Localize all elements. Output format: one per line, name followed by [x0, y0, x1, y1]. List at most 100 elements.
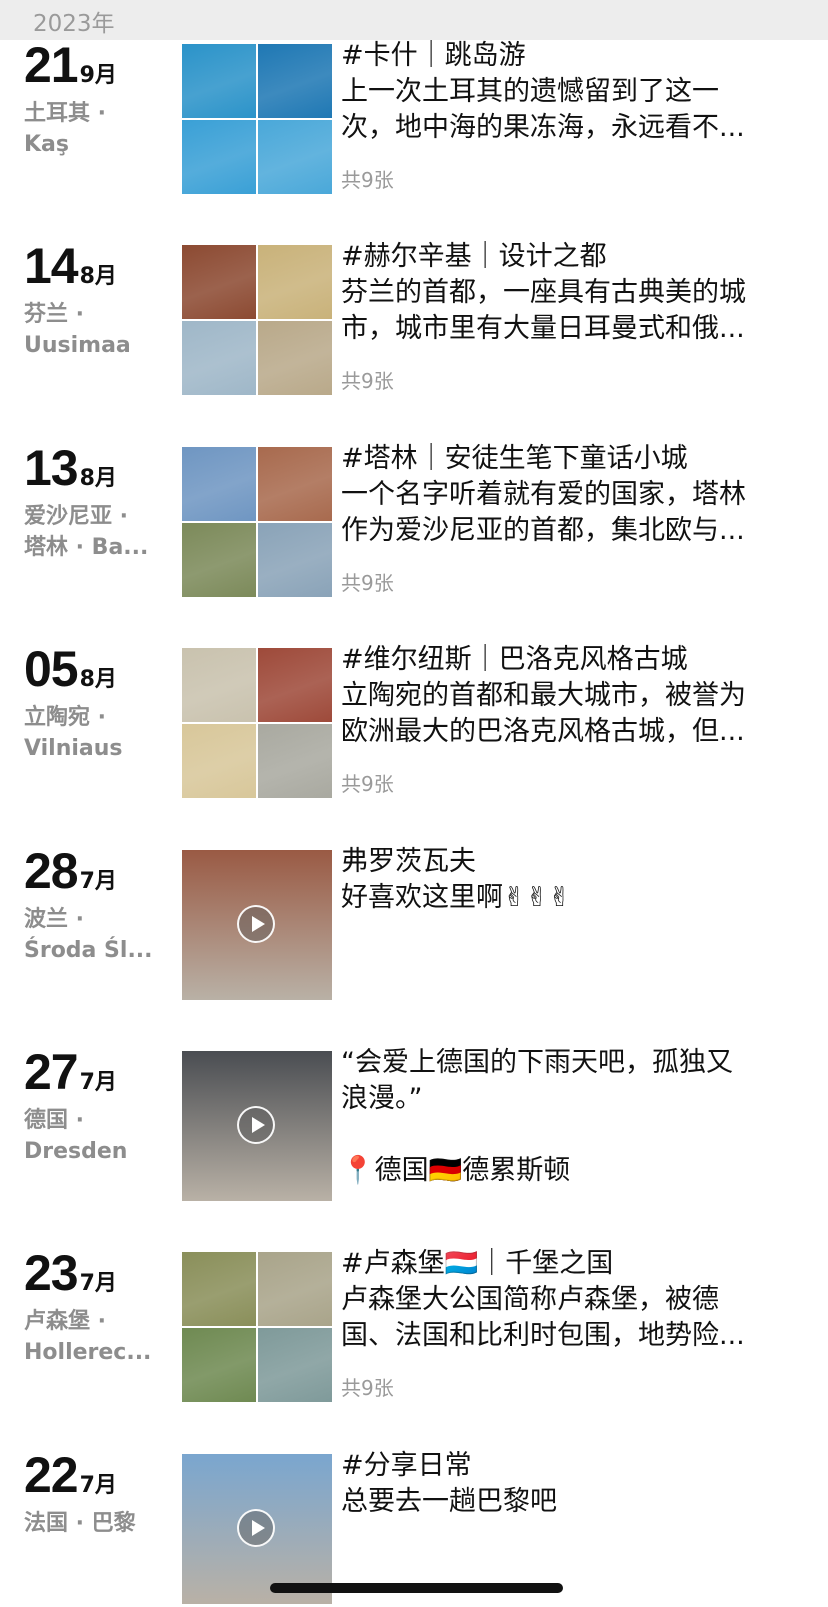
- photo-thumbnail[interactable]: [258, 648, 332, 722]
- post-day: 13: [24, 440, 79, 496]
- location-line: 爱沙尼亚 ·: [24, 504, 129, 529]
- post-body-line: 立陶宛的首都和最大城市，被誉为: [341, 680, 746, 711]
- post-entry[interactable]: 227月 法国 · 巴黎 #分享日常 总要去一趟巴黎吧: [0, 1447, 828, 1604]
- photo-thumbnail[interactable]: [258, 44, 332, 118]
- location-line: Kaş: [24, 132, 69, 157]
- photo-thumbnail-grid[interactable]: [182, 1252, 332, 1402]
- photo-thumbnail[interactable]: [182, 1252, 256, 1326]
- post-day: 23: [24, 1245, 79, 1301]
- post-body-line: 一个名字听着就有爱的国家，塔林: [341, 479, 746, 510]
- post-date: 058月: [24, 640, 117, 698]
- post-title: “会爱上德国的下雨天吧，孤独又: [341, 1047, 733, 1078]
- post-month: 8月: [79, 264, 117, 289]
- post-body-line: 欧洲最大的巴洛克风格古城，但...: [341, 716, 745, 747]
- post-location[interactable]: 土耳其 · Kaş: [24, 98, 164, 160]
- post-body-line: 卢森堡大公国简称卢森堡，被德: [341, 1284, 719, 1315]
- post-body-line: 总要去一趟巴黎吧: [341, 1486, 557, 1517]
- location-line: 法国 · 巴黎: [24, 1511, 136, 1536]
- photo-thumbnail[interactable]: [258, 1252, 332, 1326]
- photo-thumbnail-grid[interactable]: [182, 648, 332, 798]
- post-body-line: 国、法国和比利时包围，地势险...: [341, 1320, 745, 1351]
- post-location[interactable]: 法国 · 巴黎: [24, 1508, 164, 1539]
- photo-thumbnail[interactable]: [258, 1328, 332, 1402]
- photo-thumbnail[interactable]: [258, 724, 332, 798]
- photo-thumbnail-grid[interactable]: [182, 44, 332, 194]
- photo-thumbnail[interactable]: [258, 447, 332, 521]
- post-day: 27: [24, 1044, 79, 1100]
- location-line: 波兰 ·: [24, 907, 85, 932]
- post-body-line: 浪漫。”: [341, 1083, 423, 1114]
- post-text[interactable]: 弗罗茨瓦夫 好喜欢这里啊✌✌✌: [341, 844, 801, 916]
- location-line: 芬兰 ·: [24, 302, 85, 327]
- photo-thumbnail[interactable]: [182, 245, 256, 319]
- post-date: 138月: [24, 439, 117, 497]
- photo-thumbnail[interactable]: [258, 321, 332, 395]
- location-line: Środa Śl...: [24, 938, 153, 963]
- post-date: 287月: [24, 842, 117, 900]
- photo-thumbnail[interactable]: [182, 44, 256, 118]
- post-body-line: 作为爱沙尼亚的首都，集北欧与...: [341, 515, 745, 546]
- post-title: #维尔纽斯｜巴洛克风格古城: [341, 644, 688, 675]
- location-line: 土耳其 ·: [24, 101, 107, 126]
- post-text[interactable]: #赫尔辛基｜设计之都 芬兰的首都，一座具有古典美的城 市，城市里有大量日耳曼式和俄.…: [341, 239, 801, 347]
- post-text[interactable]: #卢森堡🇱🇺｜千堡之国 卢森堡大公国简称卢森堡，被德 国、法国和比利时包围，地势险.…: [341, 1246, 801, 1354]
- photo-thumbnail[interactable]: [182, 724, 256, 798]
- location-line: 德国 ·: [24, 1108, 85, 1133]
- post-entry[interactable]: 287月波兰 · Środa Śl... 弗罗茨瓦夫 好喜欢这里啊✌✌✌: [0, 843, 828, 1000]
- post-entry[interactable]: 237月 卢森堡 · Hollerec... #卢森堡🇱🇺｜千堡之国 卢森堡大公国简称卢…: [0, 1245, 828, 1402]
- post-entry[interactable]: 277月德国 · Dresden “会爱上德国的下雨天吧，孤独又 浪漫。” 📍德国🇩🇪…: [0, 1044, 828, 1201]
- post-location[interactable]: 德国 · Dresden: [24, 1105, 164, 1167]
- location-line: Vilniaus: [24, 736, 123, 761]
- home-indicator[interactable]: [270, 1583, 563, 1593]
- post-location[interactable]: 立陶宛 · Vilniaus: [24, 702, 164, 764]
- video-thumbnail[interactable]: [182, 850, 332, 1000]
- post-day: 22: [24, 1447, 79, 1503]
- post-date: 237月: [24, 1244, 117, 1302]
- photo-count: 共9张: [341, 772, 394, 796]
- post-entry[interactable]: 058月 立陶宛 · Vilniaus #维尔纽斯｜巴洛克风格古城立陶宛的首都和最大城…: [0, 641, 828, 798]
- post-text[interactable]: #维尔纽斯｜巴洛克风格古城立陶宛的首都和最大城市，被誉为 欧洲最大的巴洛克风格古城…: [341, 642, 801, 750]
- photo-thumbnail[interactable]: [258, 245, 332, 319]
- post-location[interactable]: 芬兰 · Uusimaa: [24, 299, 164, 361]
- post-body-line: 上一次土耳其的遗憾留到了这一: [341, 76, 719, 107]
- photo-thumbnail[interactable]: [182, 447, 256, 521]
- post-text[interactable]: “会爱上德国的下雨天吧，孤独又 浪漫。” 📍德国🇩🇪德累斯顿: [341, 1045, 801, 1189]
- post-title: #赫尔辛基｜设计之都: [341, 241, 607, 272]
- video-thumbnail[interactable]: [182, 1454, 332, 1604]
- photo-thumbnail-grid[interactable]: [182, 447, 332, 597]
- play-icon[interactable]: [237, 905, 275, 943]
- post-day: 21: [24, 37, 79, 93]
- photo-thumbnail[interactable]: [182, 120, 256, 194]
- photo-thumbnail[interactable]: [182, 321, 256, 395]
- photo-thumbnail-grid[interactable]: [182, 245, 332, 395]
- post-month: 8月: [79, 667, 117, 692]
- post-location[interactable]: 爱沙尼亚 · 塔林 · Ba...: [24, 501, 164, 563]
- post-title: 弗罗茨瓦夫: [341, 846, 476, 877]
- photo-thumbnail[interactable]: [258, 120, 332, 194]
- photo-thumbnail[interactable]: [182, 648, 256, 722]
- post-entry[interactable]: 138月 爱沙尼亚 · 塔林 · Ba... #塔林｜安徒生笔下童话小城 一个名字听着就…: [0, 440, 828, 597]
- photo-thumbnail[interactable]: [182, 523, 256, 597]
- post-location[interactable]: 波兰 · Środa Śl...: [24, 904, 164, 966]
- play-icon[interactable]: [237, 1106, 275, 1144]
- photo-count: 共9张: [341, 369, 394, 393]
- location-line: Dresden: [24, 1139, 128, 1164]
- post-text[interactable]: #塔林｜安徒生笔下童话小城 一个名字听着就有爱的国家，塔林 作为爱沙尼亚的首都，集北…: [341, 441, 801, 549]
- post-month: 8月: [79, 466, 117, 491]
- post-body-line: 📍德国🇩🇪德累斯顿: [341, 1155, 571, 1186]
- post-location[interactable]: 卢森堡 · Hollerec...: [24, 1306, 164, 1368]
- post-body-line: [341, 1117, 801, 1153]
- post-text[interactable]: #卡什｜跳岛游 上一次土耳其的遗憾留到了这一 次，地中海的果冻海，永远看不...: [341, 38, 801, 146]
- photo-thumbnail[interactable]: [258, 523, 332, 597]
- post-entry[interactable]: 219月 土耳其 · Kaş #卡什｜跳岛游 上一次土耳其的遗憾留到了这一 次，地中海的果…: [0, 37, 828, 194]
- video-thumbnail[interactable]: [182, 1051, 332, 1201]
- year-label: 2023年: [33, 11, 115, 37]
- post-text[interactable]: #分享日常 总要去一趟巴黎吧: [341, 1448, 801, 1520]
- photo-count: 共9张: [341, 1376, 394, 1400]
- location-line: Hollerec...: [24, 1340, 152, 1365]
- post-body-line: 次，地中海的果冻海，永远看不...: [341, 112, 745, 143]
- post-entry[interactable]: 148月 芬兰 · Uusimaa #赫尔辛基｜设计之都 芬兰的首都，一座具有古典美的城…: [0, 238, 828, 395]
- post-date: 277月: [24, 1043, 117, 1101]
- play-icon[interactable]: [237, 1509, 275, 1547]
- photo-thumbnail[interactable]: [182, 1328, 256, 1402]
